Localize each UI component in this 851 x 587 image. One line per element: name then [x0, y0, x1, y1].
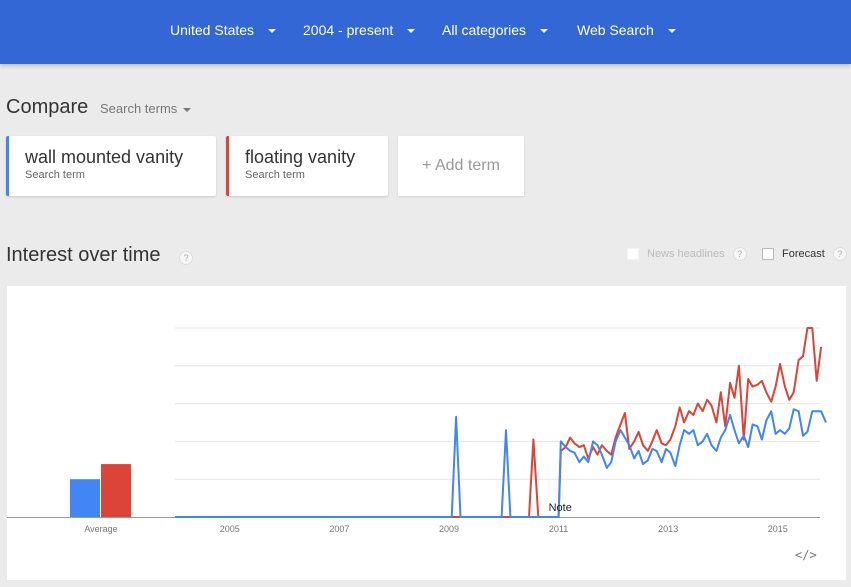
- news-headlines-option[interactable]: News headlines ?: [627, 247, 747, 261]
- chevron-down-icon: [407, 29, 416, 33]
- filter-time[interactable]: 2004 - present: [303, 22, 416, 38]
- average-bar: [101, 464, 131, 517]
- interest-chart: Average 2005 2007 2009 2011 2013 2015 Note: [7, 327, 827, 534]
- filter-category-label: All categories: [442, 22, 527, 38]
- term-subtitle: Search term: [245, 169, 305, 181]
- forecast-option[interactable]: Forecast ?: [762, 247, 847, 261]
- filter-property-label: Web Search: [577, 22, 654, 38]
- compare-type-dropdown[interactable]: Search terms: [100, 101, 192, 116]
- filter-category[interactable]: All categories: [442, 22, 549, 38]
- x-tick-label: 2013: [658, 524, 678, 534]
- average-label: Average: [84, 524, 117, 534]
- filter-region[interactable]: United States: [170, 22, 277, 38]
- chevron-down-icon: [540, 29, 549, 33]
- interest-over-time-title: Interest over time: [6, 244, 161, 266]
- term-color-bar: [6, 136, 9, 196]
- compare-type-label: Search terms: [100, 101, 178, 116]
- term-name: floating vanity: [245, 147, 356, 167]
- term-card-1[interactable]: wall mounted vanity Search term: [6, 136, 216, 196]
- filter-time-label: 2004 - present: [303, 22, 394, 38]
- chevron-down-icon: [667, 29, 676, 33]
- term-subtitle: Search term: [25, 169, 85, 181]
- news-headlines-label: News headlines: [647, 248, 725, 260]
- x-tick-label: 2015: [768, 524, 788, 534]
- x-tick-label: 2011: [549, 524, 568, 534]
- chevron-down-icon: [268, 29, 277, 33]
- chart-card: Average 2005 2007 2009 2011 2013 2015 Note: [7, 286, 846, 580]
- note-annotation[interactable]: Note: [549, 502, 572, 514]
- add-term-button[interactable]: + Add term: [398, 136, 524, 196]
- term-card-2[interactable]: floating vanity Search term: [226, 136, 388, 196]
- average-bar: [70, 479, 100, 517]
- term-color-bar: [226, 136, 229, 196]
- chevron-down-icon: [183, 107, 192, 112]
- embed-code-icon[interactable]: </>: [795, 548, 817, 562]
- series-line: [175, 327, 823, 518]
- news-headlines-checkbox[interactable]: [627, 248, 639, 260]
- forecast-checkbox[interactable]: [762, 248, 774, 260]
- filter-property[interactable]: Web Search: [577, 22, 676, 38]
- help-icon[interactable]: ?: [179, 251, 193, 265]
- term-name: wall mounted vanity: [25, 147, 184, 167]
- forecast-label: Forecast: [782, 248, 825, 260]
- help-icon[interactable]: ?: [732, 247, 747, 261]
- top-filter-bar: United States 2004 - present All categor…: [0, 0, 851, 64]
- compare-title: Compare: [6, 96, 89, 118]
- help-icon[interactable]: ?: [832, 247, 847, 261]
- x-tick-label: 2009: [439, 524, 459, 534]
- x-tick-label: 2007: [329, 524, 349, 534]
- series-line: [175, 408, 827, 518]
- x-tick-label: 2005: [220, 524, 240, 534]
- filter-region-label: United States: [170, 22, 255, 38]
